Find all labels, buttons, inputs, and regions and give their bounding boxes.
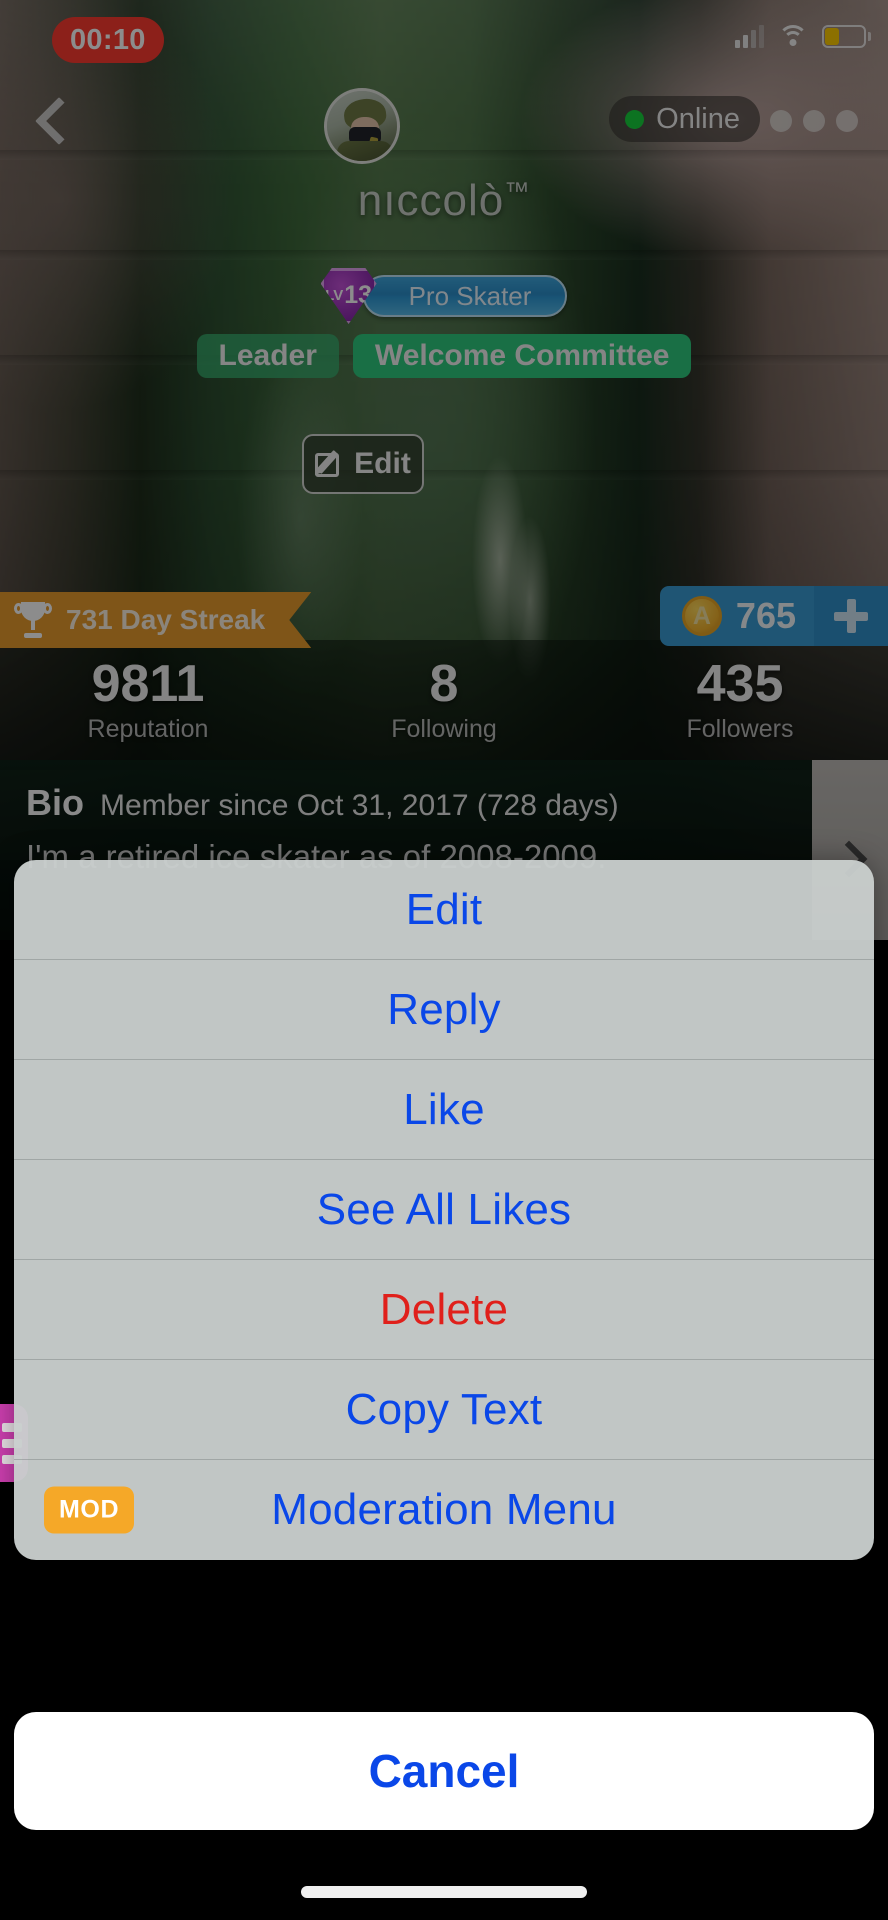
action-sheet-item-moderation-menu[interactable]: MOD Moderation Menu (14, 1460, 874, 1560)
action-sheet-item-delete[interactable]: Delete (14, 1260, 874, 1360)
action-sheet-item-label: Like (403, 1084, 485, 1134)
action-sheet-item-label: Delete (379, 1284, 509, 1334)
cancel-button[interactable]: Cancel (14, 1712, 874, 1830)
mod-badge: MOD (44, 1486, 135, 1534)
action-sheet-item-label: Reply (387, 984, 501, 1034)
home-indicator (301, 1886, 587, 1898)
phone-screen: 00:10 Online nıccolò™ LV 13 Pro Skater L… (0, 0, 888, 1920)
action-sheet-item-like[interactable]: Like (14, 1060, 874, 1160)
action-sheet-item-copy-text[interactable]: Copy Text (14, 1360, 874, 1460)
cancel-button-label: Cancel (368, 1745, 520, 1797)
action-sheet-item-label: Moderation Menu (271, 1485, 617, 1534)
action-sheet-item-label: Copy Text (345, 1384, 543, 1434)
action-sheet: Edit Reply Like See All Likes Delete Cop… (14, 860, 874, 1560)
action-sheet-item-label: See All Likes (316, 1184, 572, 1234)
action-sheet-item-see-all-likes[interactable]: See All Likes (14, 1160, 874, 1260)
action-sheet-item-reply[interactable]: Reply (14, 960, 874, 1060)
action-sheet-item-edit[interactable]: Edit (14, 860, 874, 960)
action-sheet-item-label: Edit (405, 884, 483, 934)
